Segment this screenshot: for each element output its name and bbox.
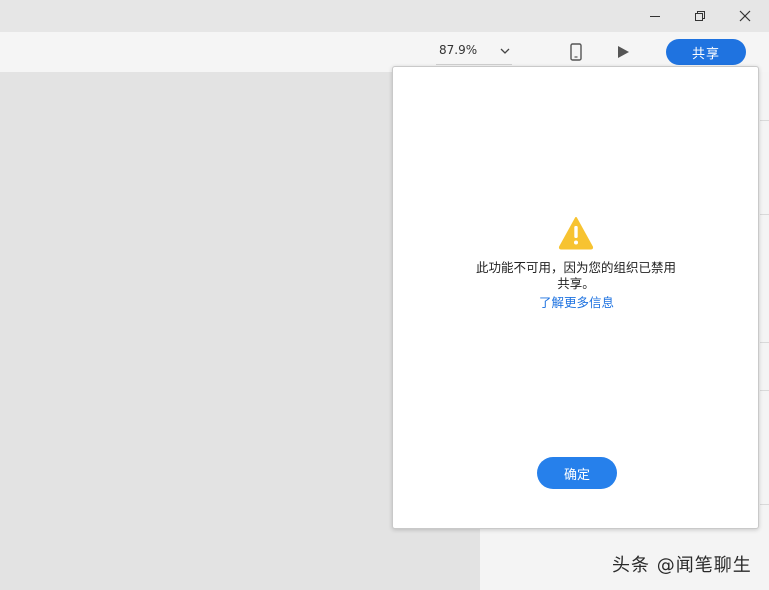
play-icon[interactable]: [614, 43, 632, 61]
minimize-button[interactable]: [632, 0, 678, 32]
ok-button[interactable]: 确定: [537, 457, 617, 489]
chevron-down-icon[interactable]: [498, 44, 512, 58]
panel-divider: [760, 120, 769, 121]
panel-divider: [760, 390, 769, 391]
close-window-button[interactable]: [722, 0, 768, 32]
dialog-message: 此功能不可用，因为您的组织已禁用共享。: [475, 260, 676, 291]
sharing-disabled-dialog: 此功能不可用，因为您的组织已禁用共享。 了解更多信息 确定: [392, 66, 759, 529]
panel-divider: [760, 504, 769, 505]
close-icon: [739, 10, 751, 22]
share-button[interactable]: 共享: [666, 39, 746, 65]
watermark-text: 头条 @闻笔聊生: [612, 555, 752, 576]
title-bar: [0, 0, 769, 32]
restore-button[interactable]: [677, 0, 723, 32]
zoom-value[interactable]: 87.9%: [439, 43, 477, 57]
zoom-field-underline: [436, 64, 512, 65]
panel-divider: [760, 214, 769, 215]
learn-more-link[interactable]: 了解更多信息: [393, 292, 760, 311]
minimize-icon: [650, 16, 660, 17]
mobile-phone-icon[interactable]: [568, 42, 584, 62]
warning-triangle-icon: [558, 217, 594, 250]
restore-icon: [695, 11, 705, 21]
panel-divider: [760, 342, 769, 343]
